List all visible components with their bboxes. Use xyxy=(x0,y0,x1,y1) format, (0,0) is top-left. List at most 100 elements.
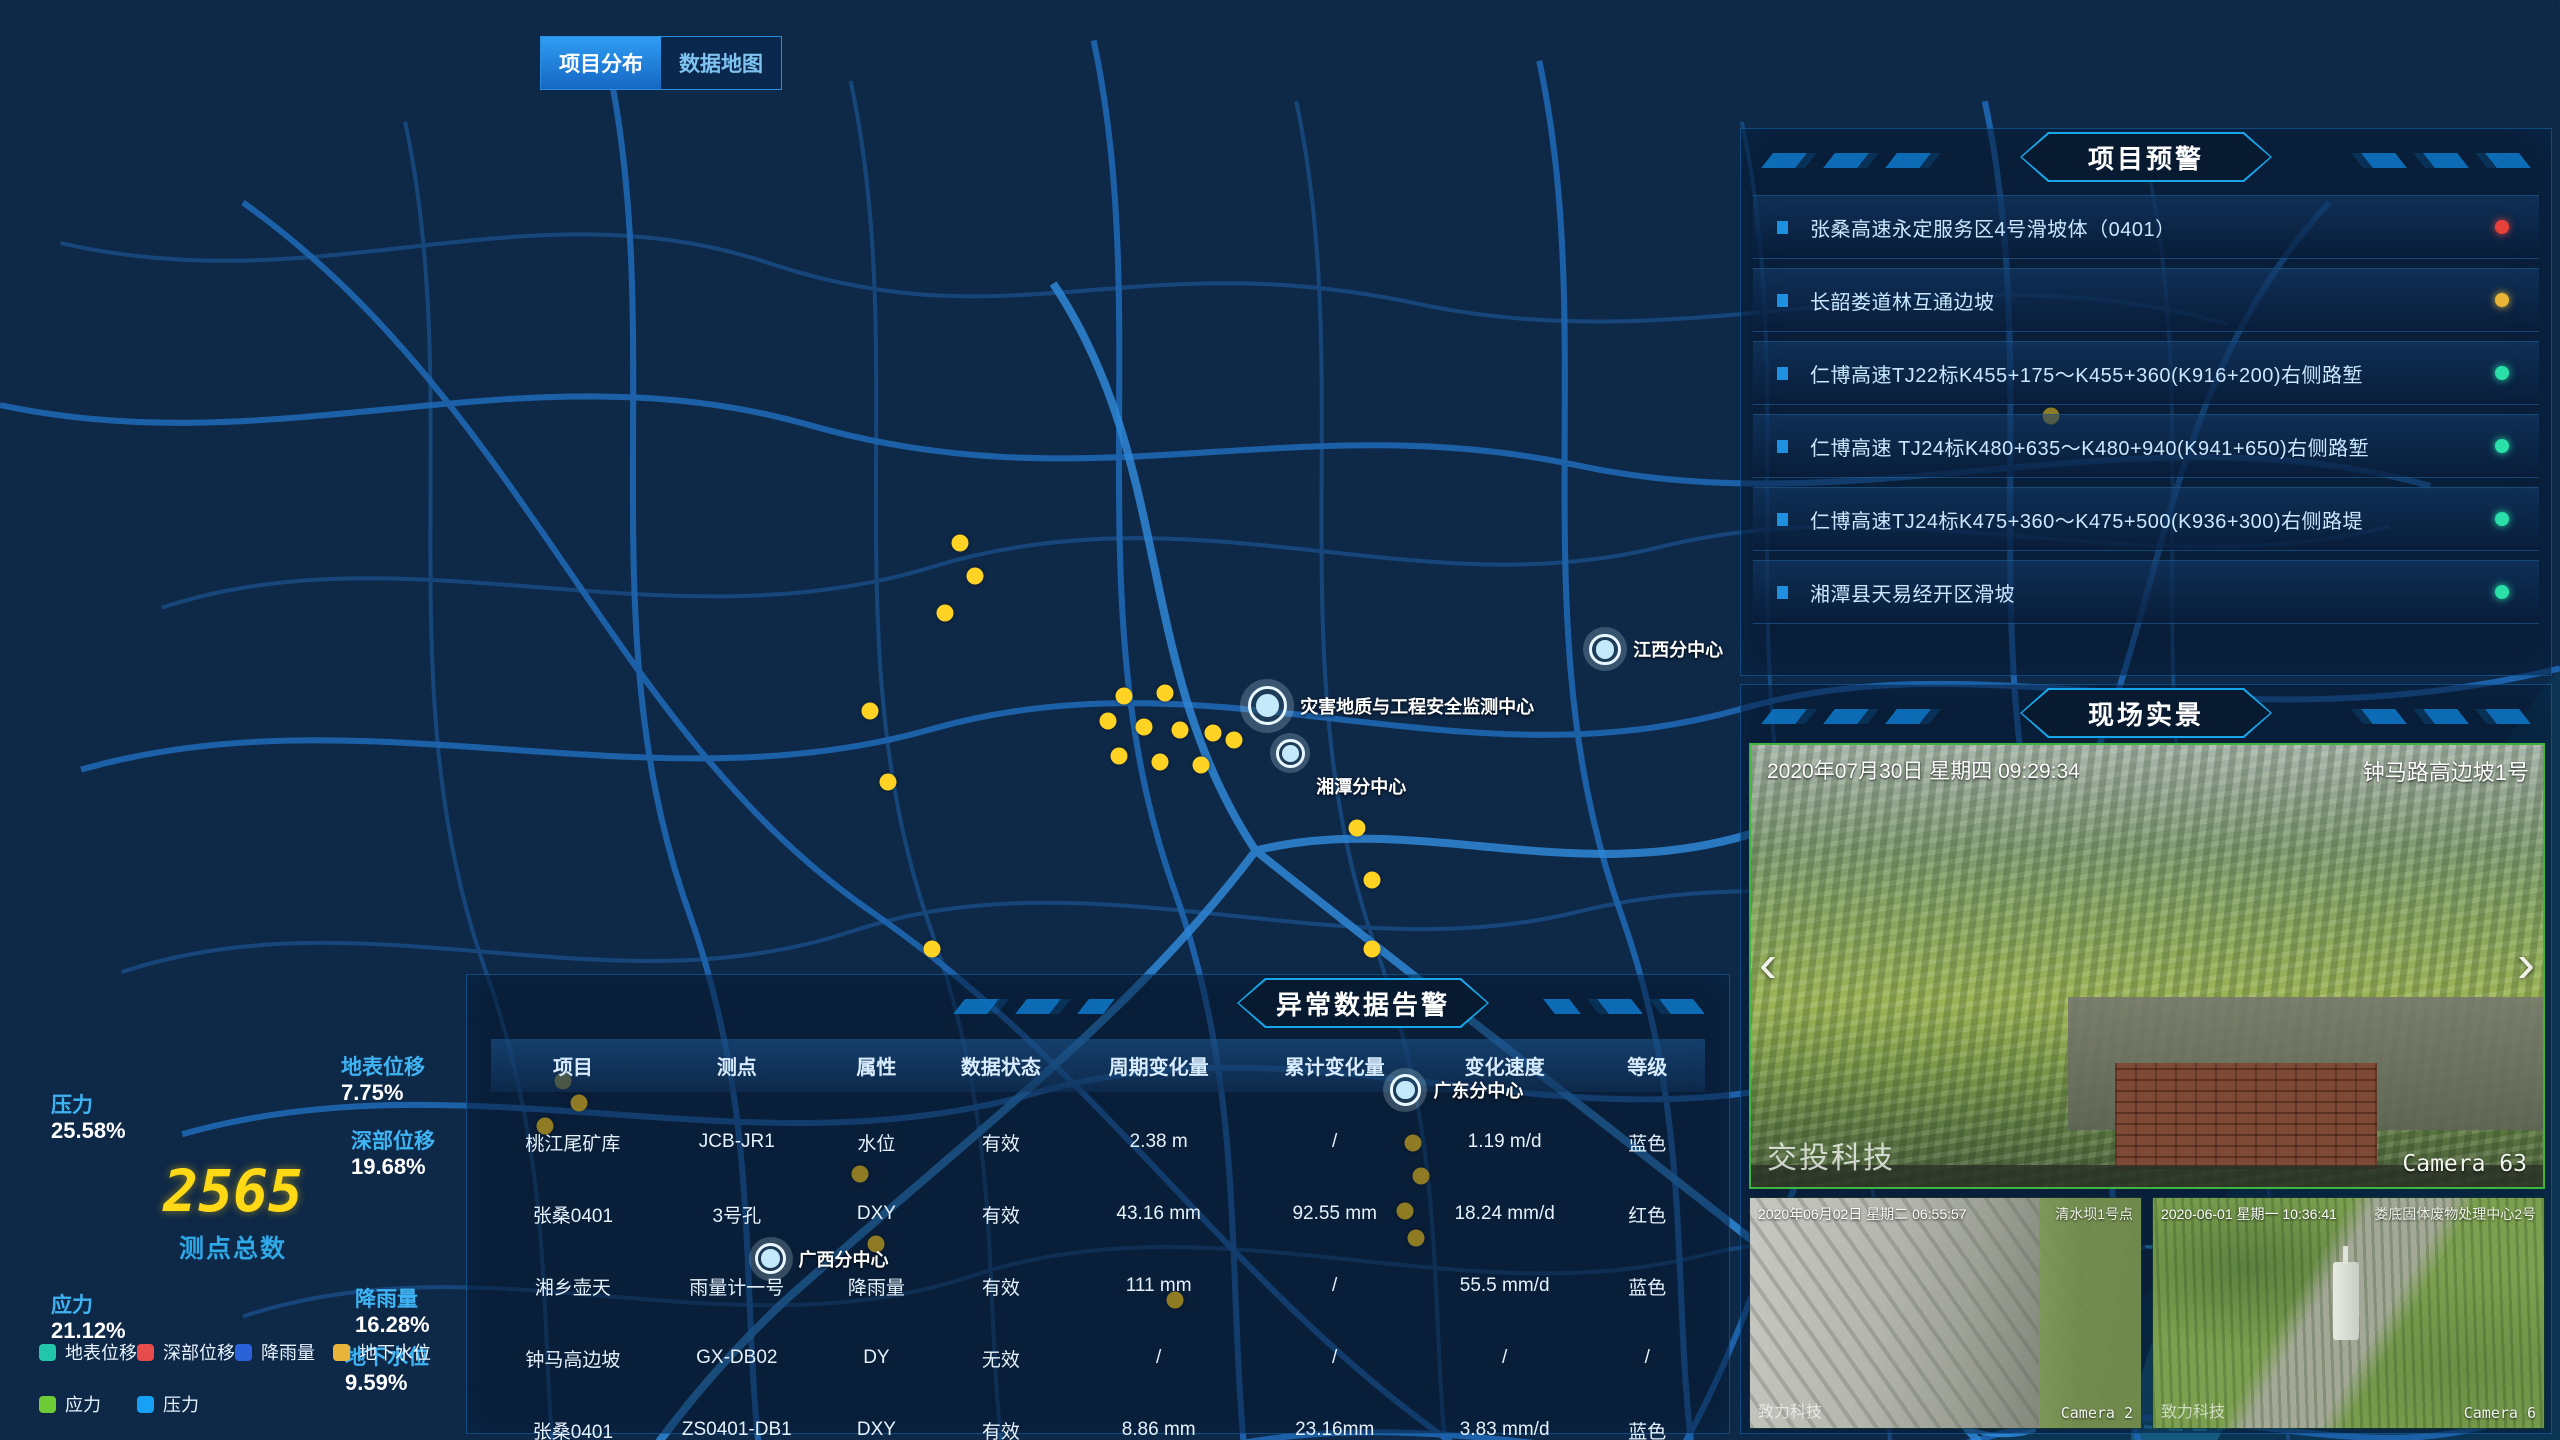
legend-item-深部位移[interactable]: 深部位移 xyxy=(137,1339,235,1365)
map-project-dot[interactable] xyxy=(1100,713,1117,730)
map-project-dot[interactable] xyxy=(936,605,953,622)
camera-scene-forest xyxy=(1751,745,2543,1187)
map-project-dot[interactable] xyxy=(952,534,969,551)
warning-item-0[interactable]: 张桑高速永定服务区4号滑坡体（0401） xyxy=(1753,195,2539,259)
warning-text: 仁博高速 TJ24标K480+635～K480+940(K941+650)右侧路… xyxy=(1810,432,2369,461)
map-project-dot[interactable] xyxy=(1192,756,1209,773)
map-tab-1[interactable]: 数据地图 xyxy=(661,37,781,89)
table-cell: 张桑0401 xyxy=(491,1417,655,1440)
monitoring-pillar xyxy=(2333,1262,2359,1340)
table-cell: 降雨量 xyxy=(819,1273,934,1300)
legend-item-地表位移[interactable]: 地表位移 xyxy=(39,1339,137,1365)
live-panel-header: 现场实景 xyxy=(1741,685,2551,741)
warning-text: 仁博高速TJ24标K475+360～K475+500(K936+300)右侧路堤 xyxy=(1810,505,2363,534)
map-project-dot[interactable] xyxy=(1151,753,1168,770)
donut-callout-深部位移: 深部位移19.68% xyxy=(351,1129,435,1181)
table-cell: 43.16 mm xyxy=(1068,1203,1250,1225)
live-view-panel: 现场实景 2020年07月30日 星期四 09:29:34 钟马路高边坡1号 交… xyxy=(1740,684,2552,1434)
table-row: 张桑04013号孔DXY有效43.16 mm92.55 mm18.24 mm/d… xyxy=(491,1178,1705,1250)
legend-item-降雨量[interactable]: 降雨量 xyxy=(235,1339,333,1365)
legend-swatch xyxy=(333,1344,350,1361)
map-project-dot[interactable] xyxy=(862,703,879,720)
panel-title-plate: 异常数据告警 xyxy=(1237,978,1489,1028)
callout-percent: 16.28% xyxy=(355,1312,430,1338)
warning-item-2[interactable]: 仁博高速TJ22标K455+175～K455+360(K916+200)右侧路堑 xyxy=(1753,341,2539,405)
map-tab-0[interactable]: 项目分布 xyxy=(541,37,661,89)
column-header-变化速度: 变化速度 xyxy=(1420,1051,1590,1080)
map-marker-灾害地质与工程安全监测中心[interactable]: 灾害地质与工程安全监测中心 xyxy=(1240,679,1264,733)
legend-item-应力[interactable]: 应力 xyxy=(39,1391,137,1417)
warnings-list: 张桑高速永定服务区4号滑坡体（0401） 长韶娄道林互通边坡仁博高速TJ22标K4… xyxy=(1753,195,2539,624)
warning-item-3[interactable]: 仁博高速 TJ24标K480+635～K480+940(K941+650)右侧路… xyxy=(1753,414,2539,478)
warning-bullet-icon xyxy=(1777,513,1788,526)
callout-name: 降雨量 xyxy=(355,1287,430,1312)
callout-percent: 7.75% xyxy=(341,1080,425,1106)
column-header-属性: 属性 xyxy=(819,1051,934,1080)
thumbnail-scene-slope xyxy=(1750,1198,2141,1428)
warning-item-1[interactable]: 长韶娄道林互通边坡 xyxy=(1753,268,2539,332)
camera-thumbnail-1[interactable]: 2020-06-01 星期一 10:36:41娄底固体废物处理中心2号致力科技C… xyxy=(2152,1197,2545,1429)
callout-name: 地表位移 xyxy=(341,1055,425,1080)
legend-label: 压力 xyxy=(163,1391,199,1417)
panel-title-plate: 项目预警 xyxy=(2020,132,2272,182)
table-cell: 有效 xyxy=(934,1129,1068,1156)
table-cell: 红色 xyxy=(1590,1201,1705,1228)
warning-item-5[interactable]: 湘潭县天易经开区滑坡 xyxy=(1753,560,2539,624)
table-cell: DXY xyxy=(819,1203,934,1225)
table-cell: 8.86 mm xyxy=(1068,1419,1250,1440)
map-project-dot[interactable] xyxy=(1110,748,1127,765)
map-project-dot[interactable] xyxy=(1115,687,1132,704)
map-project-dot[interactable] xyxy=(967,568,984,585)
callout-percent: 19.68% xyxy=(351,1154,435,1180)
camera-main-view[interactable]: 2020年07月30日 星期四 09:29:34 钟马路高边坡1号 交投科技 C… xyxy=(1749,743,2545,1189)
column-header-项目: 项目 xyxy=(491,1051,655,1080)
table-cell: 有效 xyxy=(934,1201,1068,1228)
table-cell: 蓝色 xyxy=(1590,1417,1705,1440)
warning-bullet-icon xyxy=(1777,294,1788,307)
callout-name: 应力 xyxy=(51,1293,126,1318)
table-cell: 55.5 mm/d xyxy=(1420,1275,1590,1297)
legend-item-压力[interactable]: 压力 xyxy=(137,1391,235,1417)
column-header-周期变化量: 周期变化量 xyxy=(1068,1051,1250,1080)
table-row: 钟马高边坡GX-DB02DY无效//// xyxy=(491,1322,1705,1394)
map-panel[interactable]: 项目分布数据地图 江西分中心灾害地质与工程安全监测中心湘潭分中心广东分中心广西分… xyxy=(0,0,1264,838)
table-cell: 水位 xyxy=(819,1129,934,1156)
map-project-dot[interactable] xyxy=(1225,732,1242,749)
table-cell: 3号孔 xyxy=(655,1201,819,1228)
thumbnail-brand: 致力科技 xyxy=(1758,1398,1822,1422)
map-view-tabs: 项目分布数据地图 xyxy=(540,36,782,90)
chevron-right-icon[interactable]: › xyxy=(2517,936,2535,990)
table-cell: DY xyxy=(819,1347,934,1369)
warning-text: 长韶娄道林互通边坡 xyxy=(1810,286,1995,315)
map-project-dot[interactable] xyxy=(880,773,897,790)
table-cell: JCB-JR1 xyxy=(655,1131,819,1153)
table-cell: 钟马高边坡 xyxy=(491,1345,655,1372)
table-cell: / xyxy=(1250,1275,1420,1297)
thumbnail-timestamp: 2020-06-01 星期一 10:36:41 xyxy=(2161,1204,2337,1224)
warning-item-4[interactable]: 仁博高速TJ24标K475+360～K475+500(K936+300)右侧路堤 xyxy=(1753,487,2539,551)
panel-title: 异常数据告警 xyxy=(1276,985,1450,1022)
chart-legend: 地表位移深部位移降雨量地下水位应力压力 xyxy=(39,1339,439,1440)
callout-name: 压力 xyxy=(51,1093,126,1118)
map-project-dot[interactable] xyxy=(1156,684,1173,701)
header-decoration xyxy=(2339,709,2531,724)
map-project-dot[interactable] xyxy=(1205,724,1222,741)
table-cell: 雨量计一号 xyxy=(655,1273,819,1300)
table-cell: 92.55 mm xyxy=(1250,1203,1420,1225)
panel-title: 现场实景 xyxy=(2088,695,2204,732)
thumbnail-timestamp: 2020年06月02日 星期二 06:55:57 xyxy=(1758,1204,1967,1224)
thumbnail-scene-grass xyxy=(2153,1198,2544,1428)
legend-item-地下水位[interactable]: 地下水位 xyxy=(333,1339,431,1365)
map-project-dot[interactable] xyxy=(1172,722,1189,739)
map-project-dot[interactable] xyxy=(1136,719,1153,736)
chevron-left-icon[interactable]: ‹ xyxy=(1759,936,1777,990)
camera-thumbnails: 2020年06月02日 星期二 06:55:57清水坝1号点致力科技Camera… xyxy=(1749,1197,2545,1429)
alerts-table-viewport[interactable]: 道林互通边坡5号孔DXY有效10.12 mm15.975.46 mm/d橙色桃江… xyxy=(491,1092,1705,1440)
warning-text: 湘潭县天易经开区滑坡 xyxy=(1810,578,2015,607)
map-overlay: 江西分中心灾害地质与工程安全监测中心湘潭分中心广东分中心广西分中心 xyxy=(0,0,1264,838)
header-decoration xyxy=(1543,999,1705,1014)
table-cell: 2.38 m xyxy=(1068,1131,1250,1153)
warning-status-dot xyxy=(2495,585,2509,599)
table-cell: 蓝色 xyxy=(1590,1129,1705,1156)
camera-thumbnail-0[interactable]: 2020年06月02日 星期二 06:55:57清水坝1号点致力科技Camera… xyxy=(1749,1197,2142,1429)
